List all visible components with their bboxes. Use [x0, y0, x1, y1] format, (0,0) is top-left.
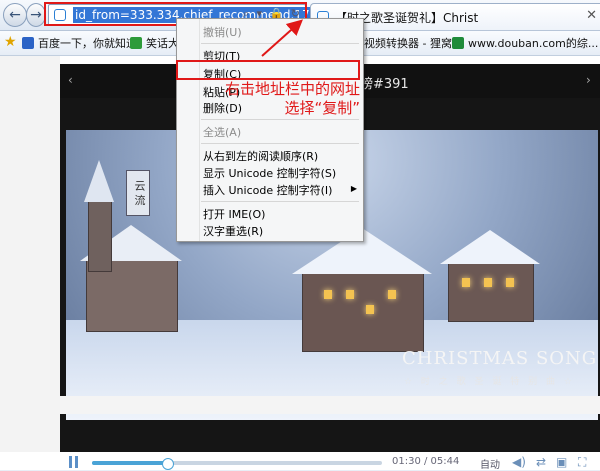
baidu-icon [22, 37, 34, 49]
window-light [506, 278, 514, 287]
volume-icon[interactable]: ◀) [512, 455, 526, 469]
bookmark-label: 百度一下，你就知道 [38, 37, 137, 50]
menu-separator [201, 43, 359, 44]
bookmark-item-jokes[interactable]: 笑话大 [130, 35, 179, 51]
annotation-line-1: 右击地址栏中的网址 [224, 80, 360, 98]
douban-icon [452, 37, 464, 49]
menu-gutter [199, 19, 200, 241]
center-house [302, 270, 424, 352]
back-button[interactable]: ← [3, 3, 27, 27]
forward-arrow-icon: → [30, 7, 42, 23]
window-light [462, 278, 470, 287]
back-arrow-icon: ← [9, 7, 21, 23]
annotation-line-2: 选择“复制” [284, 99, 360, 117]
favorites-star-icon[interactable]: ★ [4, 34, 17, 50]
progress-fill [92, 461, 168, 465]
window-light [484, 278, 492, 287]
copy-highlight-box [176, 60, 360, 80]
prev-arrow-icon[interactable]: ‹ [68, 73, 73, 87]
church-tower [88, 200, 112, 272]
menu-item-open-ime[interactable]: 打开 IME(O) [203, 206, 265, 222]
bookmark-label: 笑话大 [146, 37, 179, 50]
auto-quality-button[interactable]: 自动 [480, 456, 500, 471]
bookmark-item-douban[interactable]: www.douban.com的综... [452, 35, 598, 51]
menu-item-show-unicode[interactable]: 显示 Unicode 控制字符(S) [203, 165, 336, 181]
menu-item-insert-unicode[interactable]: 插入 Unicode 控制字符(I) [203, 182, 332, 198]
window-light [346, 290, 354, 299]
menu-item-select-all[interactable]: 全选(A) [203, 124, 241, 140]
menu-separator [201, 201, 359, 202]
playback-time: 01:30 / 05:44 [392, 456, 460, 467]
pause-bar [69, 456, 72, 468]
submenu-arrow-icon: ▶ [350, 184, 357, 193]
danmaku-icon[interactable]: ▣ [556, 455, 567, 469]
pause-button[interactable] [68, 456, 80, 470]
fullscreen-icon[interactable]: ⛶ [578, 455, 586, 470]
jokes-site-icon [130, 37, 142, 49]
church-spire [84, 160, 114, 202]
right-house-roof [440, 230, 540, 264]
instruction-annotation: 右击地址栏中的网址 选择“复制” [200, 80, 360, 118]
progress-bar[interactable] [92, 458, 382, 470]
player-controls-bar [60, 396, 600, 414]
bookmark-label: www.douban.com的综... [468, 37, 599, 50]
song-subtitle: ☆ 时 之 歌 圣 诞 特 别 曲 ☆ [404, 377, 575, 387]
player-title: 榜#391 [360, 77, 409, 92]
bookmark-item-video-converter[interactable]: 视频转换器 - 狸窝 [364, 35, 452, 51]
song-title: CHRISTMAS SONG [402, 348, 598, 369]
tab-close-icon[interactable]: ✕ [586, 8, 597, 23]
menu-separator [201, 119, 359, 120]
window-light [366, 305, 374, 314]
menu-item-rtl-reading[interactable]: 从右到左的阅读顺序(R) [203, 148, 318, 164]
left-page-margin [0, 56, 60, 452]
artist-seal: 云 流 [126, 170, 150, 216]
window-light [324, 290, 332, 299]
forward-button[interactable]: → [26, 3, 46, 27]
menu-item-undo[interactable]: 撤销(U) [203, 24, 242, 40]
right-house [448, 260, 534, 322]
menu-separator [201, 143, 359, 144]
bookmark-item-baidu[interactable]: 百度一下，你就知道 [22, 35, 137, 51]
pause-bar [75, 456, 78, 468]
context-menu: 撤销(U) 剪切(T) 复制(C) 粘贴(P) 删除(D) 全选(A) 从右到左… [176, 18, 364, 242]
menu-item-reconversion[interactable]: 汉字重选(R) [203, 223, 263, 239]
loop-icon[interactable]: ⇄ [536, 455, 546, 469]
next-arrow-icon[interactable]: › [586, 73, 591, 87]
window-light [388, 290, 396, 299]
bookmark-label: 视频转换器 - 狸窝 [364, 37, 452, 50]
